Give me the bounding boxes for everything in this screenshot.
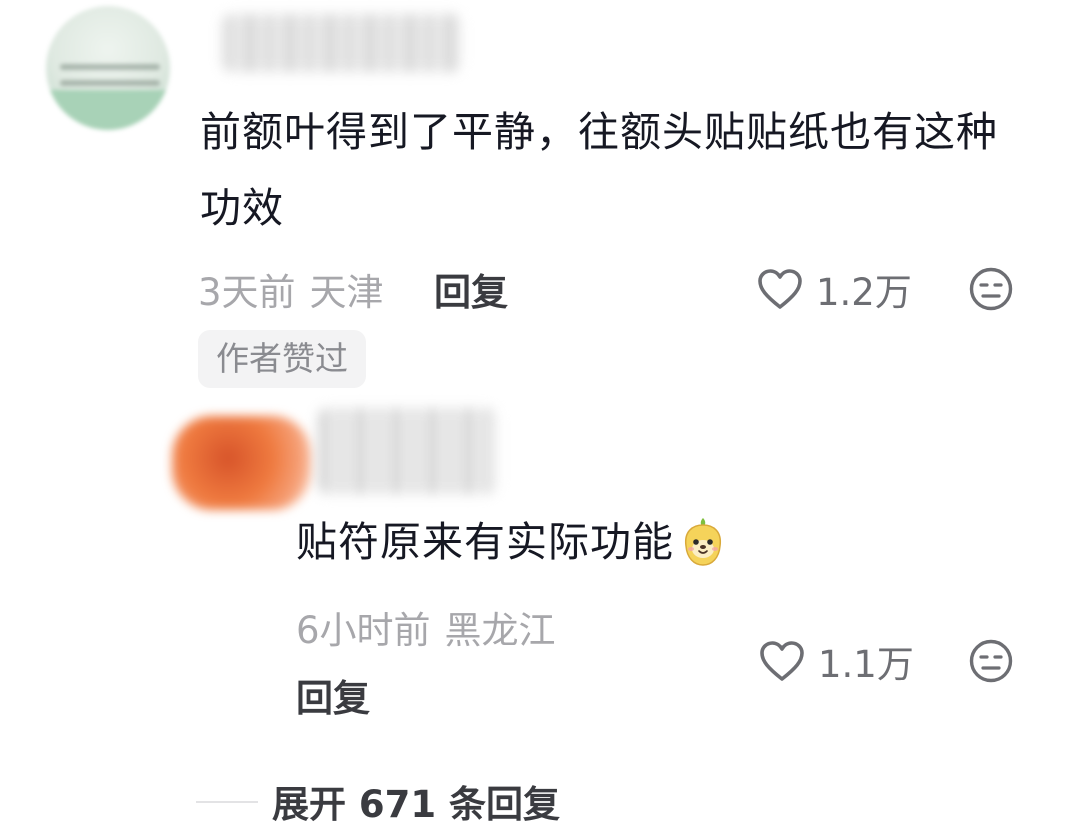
- like-count: 1.2万: [816, 271, 912, 314]
- author-liked-badge: 作者赞过: [198, 330, 366, 388]
- reply-comment-text-row: 贴符原来有实际功能: [296, 510, 728, 574]
- heart-outline-icon: [758, 269, 802, 309]
- meh-face-icon: [969, 267, 1013, 311]
- cute-face-emoji-icon: [678, 516, 728, 568]
- username-top-comment-blurred[interactable]: [222, 14, 462, 72]
- username-reply-comment-blurred[interactable]: [318, 408, 498, 494]
- reply-button[interactable]: 回复: [434, 262, 508, 316]
- like-button[interactable]: 1.2万: [756, 262, 912, 316]
- meh-face-icon: [969, 639, 1013, 683]
- reply-comment-text: 贴符原来有实际功能: [296, 518, 674, 566]
- avatar-top-comment[interactable]: [46, 6, 170, 130]
- reply-button[interactable]: 回复: [296, 668, 370, 722]
- dislike-button[interactable]: [968, 638, 1014, 688]
- comment-location: 天津: [309, 271, 384, 314]
- like-button[interactable]: 1.1万: [758, 634, 914, 688]
- comment-meta: 3天前 天津: [198, 262, 384, 316]
- dislike-button[interactable]: [968, 266, 1014, 316]
- like-count: 1.1万: [818, 643, 914, 686]
- reply-comment-location: 黑龙江: [444, 609, 556, 652]
- expand-divider-line: [196, 801, 258, 803]
- reply-comment-meta: 6小时前 黑龙江: [296, 600, 556, 654]
- comment-text: 前额叶得到了平静，往额头贴贴纸也有这种功效: [200, 108, 998, 232]
- heart-outline-icon: [760, 641, 804, 681]
- expand-replies-button[interactable]: 展开 671 条回复: [272, 774, 560, 828]
- avatar-reply-comment[interactable]: [172, 416, 312, 510]
- comment-time: 3天前: [198, 271, 296, 314]
- reply-comment-time: 6小时前: [296, 609, 431, 652]
